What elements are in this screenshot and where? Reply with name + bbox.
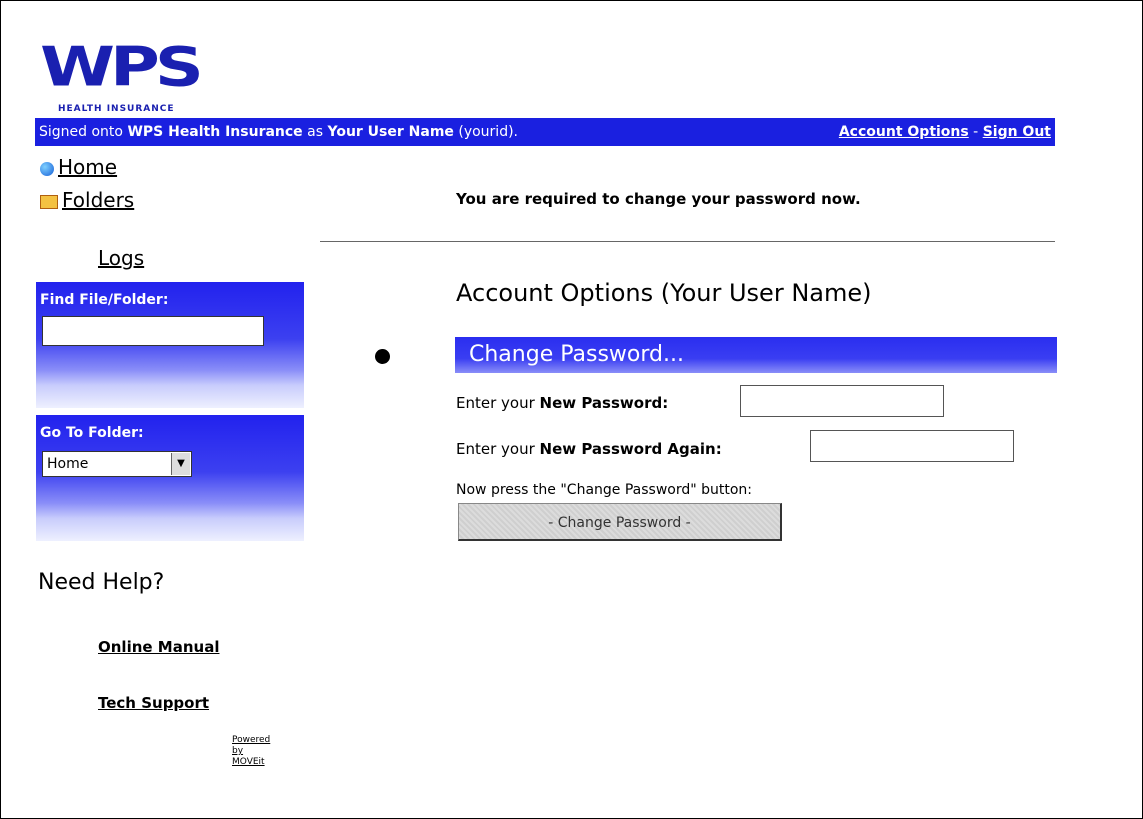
find-label: Find File/Folder: (40, 292, 169, 308)
folder-icon (40, 194, 58, 209)
dropdown-arrow-icon[interactable]: ▼ (171, 453, 190, 475)
account-links: Account Options - Sign Out (839, 118, 1051, 146)
powered-line1: Powered (232, 735, 271, 745)
home-link[interactable]: Home (58, 155, 117, 179)
pw2-label: New Password Again: (539, 440, 722, 458)
tech-support-item[interactable]: Tech Support (98, 694, 209, 712)
sign-out-link[interactable]: Sign Out (983, 124, 1051, 140)
find-input[interactable] (42, 316, 264, 346)
wps-logo: WPS HEALTH INSURANCE (40, 40, 290, 116)
pw1-label: New Password: (539, 394, 669, 412)
signed-on-text: Signed onto WPS Health Insurance as Your… (39, 118, 518, 146)
account-options-link[interactable]: Account Options (839, 124, 969, 140)
user-name: Your User Name (327, 124, 454, 140)
new-password-input[interactable] (740, 385, 944, 417)
powered-line2: by (232, 746, 244, 756)
goto-panel: Go To Folder: Home ▼ (36, 415, 304, 541)
powered-by[interactable]: Powered by MOVEit (232, 735, 270, 768)
logo-wordmark: WPS (40, 36, 204, 100)
goto-selected: Home (47, 456, 89, 472)
password-required-notice: You are required to change your password… (456, 190, 861, 208)
powered-line3: MOVEit (232, 757, 265, 767)
new-password-again-input[interactable] (810, 430, 1014, 462)
goto-label: Go To Folder: (40, 425, 144, 441)
nav-logs[interactable]: Logs (98, 246, 144, 270)
nav-home[interactable]: Home (40, 155, 117, 179)
instruction-text: Now press the "Change Password" button: (456, 482, 753, 498)
goto-select[interactable]: Home ▼ (42, 451, 192, 477)
user-id: (yourid). (453, 124, 518, 140)
nav-folders[interactable]: Folders (40, 188, 134, 212)
online-manual-link[interactable]: Online Manual (98, 638, 219, 656)
find-panel: Find File/Folder: (36, 282, 304, 408)
as-text: as (302, 124, 328, 140)
new-password-again-label: Enter your New Password Again: (456, 440, 722, 458)
account-options-title: Account Options (Your User Name) (456, 279, 872, 307)
change-password-header: Change Password... (455, 337, 1057, 373)
logo-subtitle: HEALTH INSURANCE (58, 104, 175, 114)
new-password-label: Enter your New Password: (456, 394, 668, 412)
folders-link[interactable]: Folders (62, 188, 134, 212)
globe-icon (40, 161, 54, 176)
change-password-button[interactable]: - Change Password - (458, 503, 782, 541)
tech-support-link[interactable]: Tech Support (98, 694, 209, 712)
signed-prefix: Signed onto (39, 124, 128, 140)
need-help-heading: Need Help? (38, 570, 165, 595)
bullet-icon (375, 349, 390, 364)
link-separator: - (968, 124, 983, 140)
pw2-prefix: Enter your (456, 440, 540, 458)
org-name: WPS Health Insurance (127, 124, 303, 140)
powered-by-link[interactable]: Powered by MOVEit (232, 735, 270, 767)
online-manual-item[interactable]: Online Manual (98, 638, 219, 656)
pw1-prefix: Enter your (456, 394, 540, 412)
divider (320, 241, 1055, 242)
signed-on-bar: Signed onto WPS Health Insurance as Your… (35, 118, 1055, 146)
logs-link[interactable]: Logs (98, 246, 144, 270)
